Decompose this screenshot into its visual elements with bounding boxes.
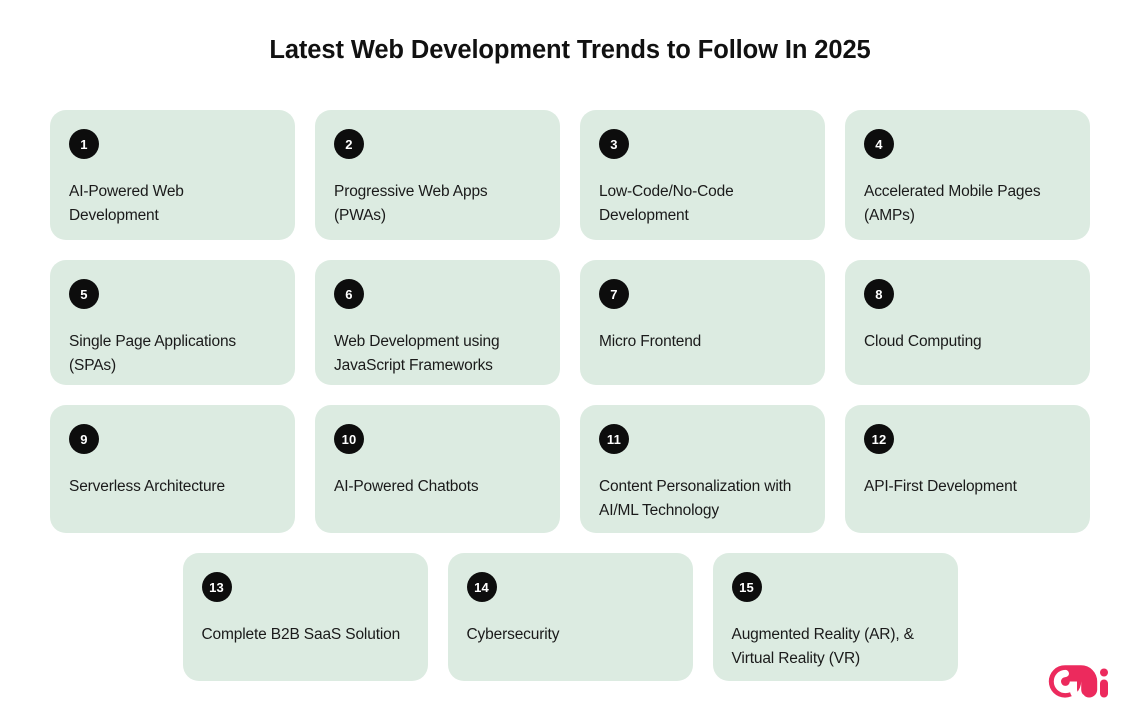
trend-label: Low-Code/No-Code Development	[599, 183, 734, 224]
trends-row-3: 9 Serverless Architecture 10 AI-Powered …	[50, 405, 1090, 533]
infographic-root: Latest Web Development Trends to Follow …	[0, 0, 1140, 728]
trend-label: AI-Powered Web Development	[69, 183, 184, 224]
trend-number-badge: 1	[69, 129, 99, 159]
trend-card[interactable]: 7 Micro Frontend	[580, 260, 825, 385]
trend-number-badge: 5	[69, 279, 99, 309]
trend-card[interactable]: 14 Cybersecurity	[447, 553, 693, 681]
trend-card[interactable]: 2 Progressive Web Apps (PWAs)	[315, 110, 560, 240]
trend-card[interactable]: 1 AI-Powered Web Development	[50, 110, 295, 240]
trend-number-badge: 10	[334, 424, 364, 454]
trend-number-badge: 13	[201, 572, 232, 602]
trend-number-badge: 3	[599, 129, 629, 159]
trend-card[interactable]: 10 AI-Powered Chatbots	[315, 405, 560, 533]
mi-logo-icon	[1046, 662, 1108, 702]
trend-label: Content Personalization with AI/ML Techn…	[599, 478, 792, 519]
trend-label: Progressive Web Apps (PWAs)	[334, 183, 488, 224]
trends-grid: 1 AI-Powered Web Development 2 Progressi…	[50, 110, 1090, 681]
trend-label: Micro Frontend	[599, 333, 702, 350]
trend-number-badge: 6	[334, 279, 364, 309]
trend-card[interactable]: 13 Complete B2B SaaS Solution	[182, 553, 428, 681]
page-title: Latest Web Development Trends to Follow …	[269, 36, 871, 64]
trend-card[interactable]: 15 Augmented Reality (AR), & Virtual Rea…	[712, 553, 958, 681]
trend-label: Augmented Reality (AR), & Virtual Realit…	[731, 626, 914, 667]
trend-card[interactable]: 8 Cloud Computing	[845, 260, 1090, 385]
trend-label: AI-Powered Chatbots	[334, 478, 479, 495]
trend-number-badge: 11	[599, 424, 629, 454]
trend-label: Complete B2B SaaS Solution	[201, 626, 401, 643]
trend-number-badge: 14	[466, 572, 497, 602]
trend-card[interactable]: 3 Low-Code/No-Code Development	[580, 110, 825, 240]
trend-card[interactable]: 12 API-First Development	[845, 405, 1090, 533]
trend-label: Cybersecurity	[466, 626, 560, 643]
trend-number-badge: 2	[334, 129, 364, 159]
trend-number-badge: 8	[864, 279, 894, 309]
trends-row-4: 13 Complete B2B SaaS Solution 14 Cyberse…	[50, 553, 1090, 681]
trend-card[interactable]: 4 Accelerated Mobile Pages (AMPs)	[845, 110, 1090, 240]
trend-number-badge: 12	[864, 424, 894, 454]
trend-card[interactable]: 9 Serverless Architecture	[50, 405, 295, 533]
trend-card[interactable]: 6 Web Development using JavaScript Frame…	[315, 260, 560, 385]
trend-number-badge: 9	[69, 424, 99, 454]
trend-number-badge: 7	[599, 279, 629, 309]
trend-card[interactable]: 11 Content Personalization with AI/ML Te…	[580, 405, 825, 533]
trend-label: Cloud Computing	[864, 333, 982, 350]
trend-label: Serverless Architecture	[69, 478, 225, 495]
trend-number-badge: 15	[731, 572, 762, 602]
trends-row-2: 5 Single Page Applications (SPAs) 6 Web …	[50, 260, 1090, 385]
trend-label: Single Page Applications (SPAs)	[69, 333, 237, 374]
trends-row-1: 1 AI-Powered Web Development 2 Progressi…	[50, 110, 1090, 240]
trend-label: Web Development using JavaScript Framewo…	[334, 333, 500, 374]
trend-label: API-First Development	[864, 478, 1017, 495]
trend-number-badge: 4	[864, 129, 894, 159]
trend-card[interactable]: 5 Single Page Applications (SPAs)	[50, 260, 295, 385]
trend-label: Accelerated Mobile Pages (AMPs)	[864, 183, 1041, 224]
